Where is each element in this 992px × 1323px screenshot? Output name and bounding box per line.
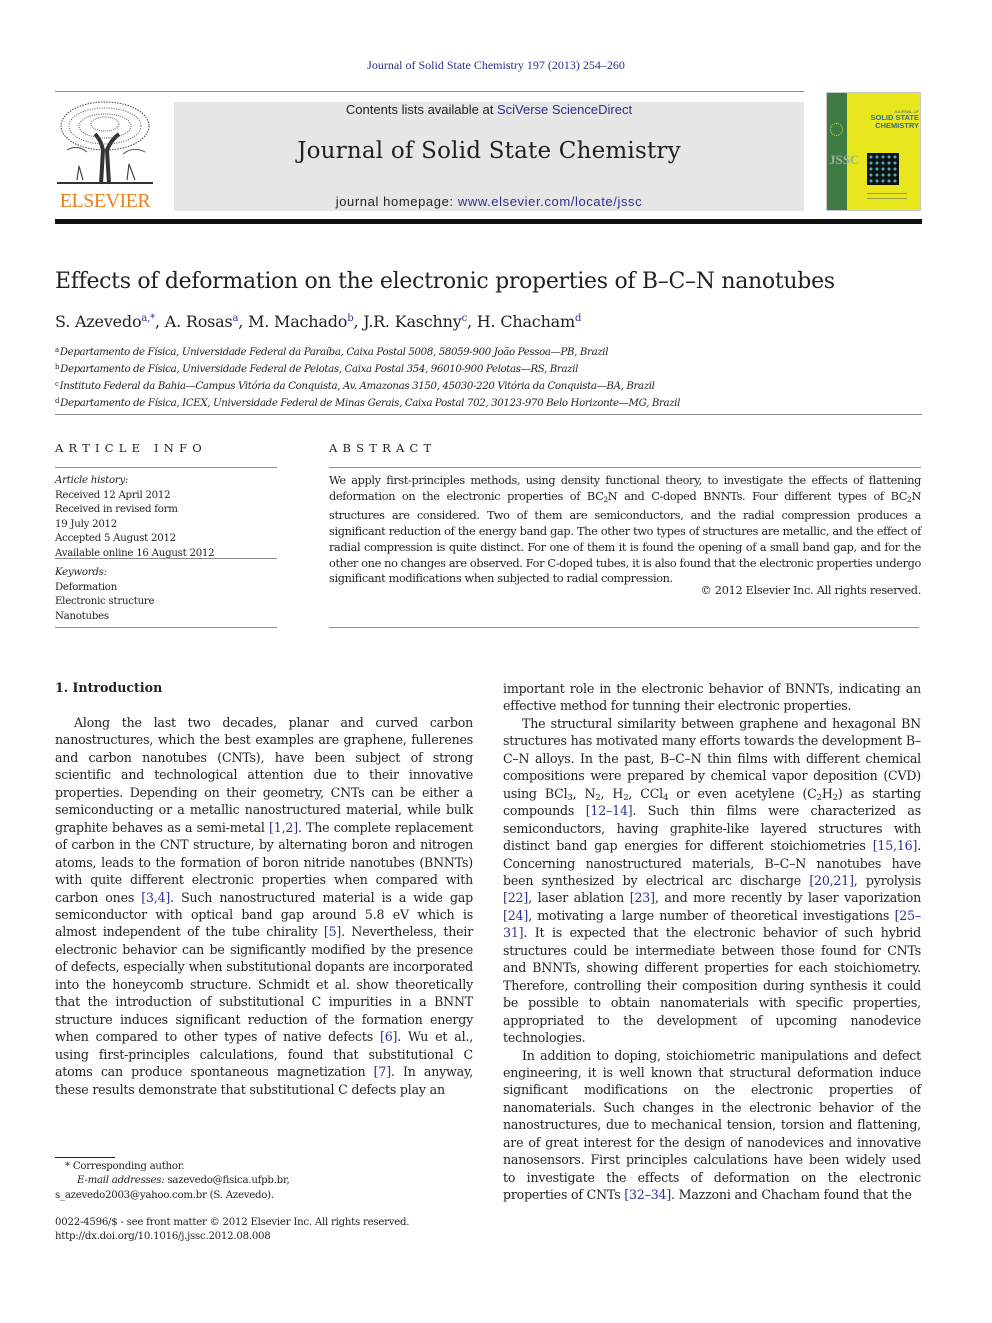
history-item: Received 12 April 2012 [55, 489, 171, 501]
keywords: Keywords: Deformation Electronic structu… [55, 566, 277, 624]
article-history: Article history: Received 12 April 2012 … [55, 474, 277, 561]
affiliation-item: cInstituto Federal da Bahia—Campus Vitór… [55, 377, 680, 394]
section-heading-introduction: 1. Introduction [55, 680, 163, 695]
footnotes: * Corresponding author. E-mail addresses… [55, 1160, 475, 1203]
paragraph: important role in the electronic behavio… [503, 681, 921, 714]
cover-crystal-art [867, 153, 899, 185]
journal-cover-image[interactable]: JSSC JOURNAL OF SOLID STATE CHEMISTRY [826, 92, 921, 211]
author-name[interactable]: S. Azevedo [55, 312, 142, 331]
divider [55, 627, 277, 628]
cover-title: JOURNAL OF SOLID STATE CHEMISTRY [849, 109, 919, 130]
abstract-heading: ABSTRACT [329, 441, 437, 455]
divider [55, 467, 277, 468]
paragraph: Along the last two decades, planar and c… [55, 715, 474, 1097]
author-affiliation-mark[interactable]: a,* [141, 313, 155, 324]
abstract-text: We apply first-principles methods, using… [329, 474, 922, 586]
affiliation-item: bDepartamento de Física, Universidade Fe… [55, 360, 680, 377]
abstract-copyright: © 2012 Elsevier Inc. All rights reserved… [700, 584, 922, 597]
issn-line: 0022-4596/$ - see front matter © 2012 El… [55, 1217, 410, 1228]
citation-link[interactable]: [15,16] [873, 838, 918, 853]
citation-link[interactable]: [23] [630, 890, 655, 905]
citation-link[interactable]: [7] [374, 1064, 391, 1079]
footnote-divider [55, 1157, 115, 1158]
paragraph: In addition to doping, stoichiometric ma… [503, 1047, 921, 1203]
body-column-left: Along the last two decades, planar and c… [55, 714, 473, 1098]
citation-link[interactable]: [20,21] [809, 873, 854, 888]
citation-link[interactable]: [5] [324, 924, 341, 939]
doi-link[interactable]: http://dx.doi.org/10.1016/j.jssc.2012.08… [55, 1230, 495, 1244]
elsevier-wordmark: ELSEVIER [59, 190, 151, 212]
keyword-item: Nanotubes [55, 610, 109, 622]
affiliation-text: Instituto Federal da Bahia—Campus Vitóri… [59, 381, 655, 392]
affiliation-item: aDepartamento de Física, Universidade Fe… [55, 343, 680, 360]
header-divider [55, 91, 804, 92]
cover-footer [867, 193, 907, 199]
journal-banner: Contents lists available at SciVerse Sci… [174, 102, 804, 211]
author-affiliation-mark[interactable]: c [462, 313, 468, 324]
elsevier-logo[interactable]: ELSEVIER [55, 100, 155, 212]
affiliation-key: a [55, 346, 59, 354]
author-affiliation-mark[interactable]: d [575, 313, 581, 324]
divider [329, 467, 921, 468]
keywords-label: Keywords: [55, 567, 107, 578]
keyword-item: Deformation [55, 581, 118, 593]
journal-citation[interactable]: Journal of Solid State Chemistry 197 (20… [0, 58, 992, 73]
author-name[interactable]: A. Rosas [165, 312, 233, 331]
article-title: Effects of deformation on the electronic… [55, 269, 835, 294]
email-line: E-mail addresses: sazevedo@fisica.ufpb.b… [55, 1174, 475, 1188]
keyword-item: Electronic structure [55, 596, 155, 607]
title-divider [55, 414, 922, 415]
contents-prefix: Contents lists available at [345, 102, 497, 117]
cover-title-line2: CHEMISTRY [875, 121, 919, 130]
journal-title: Journal of Solid State Chemistry [297, 138, 681, 164]
citation-link[interactable]: [3,4] [141, 890, 170, 905]
author-affiliation-mark[interactable]: a [233, 313, 239, 324]
citation-link[interactable]: [12–14] [586, 803, 633, 818]
citation-link[interactable]: [32–34] [624, 1187, 671, 1202]
citation-link[interactable]: [6] [380, 1029, 397, 1044]
affiliation-text: Departamento de Física, Universidade Fed… [60, 364, 579, 375]
journal-homepage-link[interactable]: www.elsevier.com/locate/jssc [458, 194, 642, 209]
corresponding-author-note: * Corresponding author. [65, 1161, 185, 1172]
body-column-right: important role in the electronic behavio… [503, 680, 921, 1204]
history-item: Accepted 5 August 2012 [55, 533, 176, 544]
affiliation-text: Departamento de Física, Universidade Fed… [59, 347, 609, 358]
homepage-prefix: journal homepage: [335, 194, 458, 209]
email-label: E-mail addresses: [77, 1175, 165, 1187]
author-list: S. Azevedoa,*, A. Rosasa, M. Machadob, J… [55, 312, 582, 331]
contents-line: Contents lists available at SciVerse Sci… [174, 102, 804, 117]
affiliation-key: d [55, 397, 60, 405]
history-item: 19 July 2012 [55, 518, 118, 530]
article-info-heading: ARTICLE INFO [55, 441, 207, 455]
homepage-line: journal homepage: www.elsevier.com/locat… [174, 194, 804, 209]
affiliation-key: b [55, 363, 60, 371]
affiliations: aDepartamento de Física, Universidade Fe… [55, 343, 680, 411]
sciencedirect-link[interactable]: SciVerse ScienceDirect [497, 102, 632, 117]
paragraph: The structural similarity between graphe… [503, 715, 921, 1046]
cover-emblem-icon [830, 123, 843, 136]
author-name[interactable]: H. Chacham [477, 312, 575, 331]
citation-link[interactable]: [24] [503, 908, 528, 923]
front-matter: 0022-4596/$ - see front matter © 2012 El… [55, 1216, 495, 1245]
affiliation-key: c [55, 380, 59, 388]
citation-link[interactable]: [22] [503, 890, 528, 905]
header-thick-rule [55, 219, 922, 224]
email-link[interactable]: sazevedo@fisica.ufpb.br, [164, 1175, 289, 1186]
author-name[interactable]: J.R. Kaschny [363, 312, 462, 331]
elsevier-tree-icon [57, 101, 153, 185]
divider [329, 627, 919, 628]
cover-spine-letters: JSSC [829, 152, 860, 167]
author-name[interactable]: M. Machado [248, 312, 347, 331]
affiliation-text: Departamento de Física, ICEX, Universida… [60, 398, 681, 409]
article-history-label: Article history: [55, 475, 129, 486]
citation-link[interactable]: [1,2] [269, 820, 298, 835]
email-link[interactable]: s_azevedo2003@yahoo.com.br (S. Azevedo). [55, 1189, 475, 1203]
affiliation-item: dDepartamento de Física, ICEX, Universid… [55, 394, 680, 411]
cover-spine: JSSC [827, 93, 860, 210]
divider [55, 558, 277, 559]
author-affiliation-mark[interactable]: b [347, 313, 353, 324]
history-item: Received in revised form [55, 504, 178, 515]
